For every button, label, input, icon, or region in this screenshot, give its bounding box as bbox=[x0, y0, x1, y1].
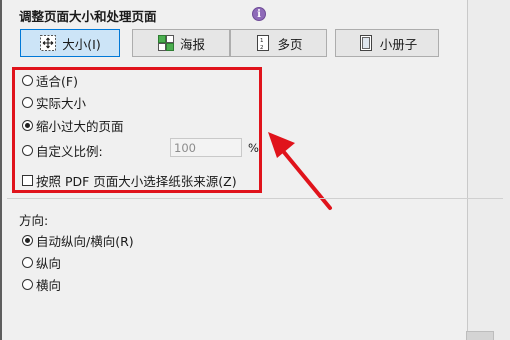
orientation-portrait[interactable]: 纵向 bbox=[22, 253, 61, 272]
option-paper-source-label: 按照 PDF 页面大小选择纸张来源(Z) bbox=[36, 174, 237, 189]
info-icon[interactable]: i bbox=[252, 7, 266, 21]
radio-actual-size[interactable] bbox=[22, 97, 33, 108]
radio-orientation-portrait[interactable] bbox=[22, 257, 33, 268]
tab-size-label: 大小(I) bbox=[62, 36, 101, 52]
option-actual-size-label: 实际大小 bbox=[36, 96, 87, 111]
option-paper-source[interactable]: 按照 PDF 页面大小选择纸张来源(Z) bbox=[22, 171, 237, 190]
tab-poster-label: 海报 bbox=[179, 36, 205, 52]
section-divider bbox=[7, 198, 503, 199]
resize-icon bbox=[39, 34, 57, 52]
option-shrink-label: 缩小过大的页面 bbox=[36, 119, 124, 134]
orientation-auto-label: 自动纵向/横向(R) bbox=[36, 234, 134, 249]
orientation-auto[interactable]: 自动纵向/横向(R) bbox=[22, 231, 134, 250]
option-custom-scale-label: 自定义比例: bbox=[36, 144, 103, 159]
radio-custom-scale[interactable] bbox=[22, 145, 33, 156]
radio-orientation-landscape[interactable] bbox=[22, 279, 33, 290]
multiple-pages-icon: 1 2 bbox=[254, 34, 272, 52]
radio-shrink[interactable] bbox=[22, 120, 33, 131]
radio-fit[interactable] bbox=[22, 75, 33, 86]
option-fit[interactable]: 适合(F) bbox=[22, 71, 78, 90]
percent-unit: % bbox=[248, 141, 259, 155]
preview-pane bbox=[468, 0, 510, 340]
window-left-edge bbox=[0, 0, 2, 340]
tab-multiple[interactable]: 1 2 多页 bbox=[230, 29, 327, 57]
tab-booklet[interactable]: 小册子 bbox=[335, 29, 439, 57]
tab-poster[interactable]: 海报 bbox=[132, 29, 230, 57]
tab-booklet-label: 小册子 bbox=[379, 36, 418, 52]
booklet-icon bbox=[357, 34, 375, 52]
orientation-portrait-label: 纵向 bbox=[36, 256, 62, 271]
option-shrink[interactable]: 缩小过大的页面 bbox=[22, 116, 124, 135]
orientation-landscape-label: 横向 bbox=[36, 278, 62, 293]
checkbox-paper-source[interactable] bbox=[22, 175, 33, 186]
tab-size[interactable]: 大小(I) bbox=[20, 29, 120, 57]
option-fit-label: 适合(F) bbox=[36, 74, 78, 89]
svg-text:1: 1 bbox=[260, 38, 264, 44]
orientation-label: 方向: bbox=[19, 213, 49, 228]
custom-scale-input[interactable] bbox=[170, 138, 242, 157]
option-custom-scale[interactable]: 自定义比例: bbox=[22, 141, 103, 160]
tab-multiple-label: 多页 bbox=[277, 36, 303, 52]
option-actual-size[interactable]: 实际大小 bbox=[22, 93, 86, 112]
section-title: 调整页面大小和处理页面 bbox=[19, 9, 157, 24]
radio-orientation-auto[interactable] bbox=[22, 235, 33, 246]
poster-icon bbox=[157, 34, 175, 52]
scroll-button[interactable] bbox=[466, 331, 494, 340]
svg-text:2: 2 bbox=[260, 45, 264, 51]
orientation-landscape[interactable]: 横向 bbox=[22, 275, 61, 294]
